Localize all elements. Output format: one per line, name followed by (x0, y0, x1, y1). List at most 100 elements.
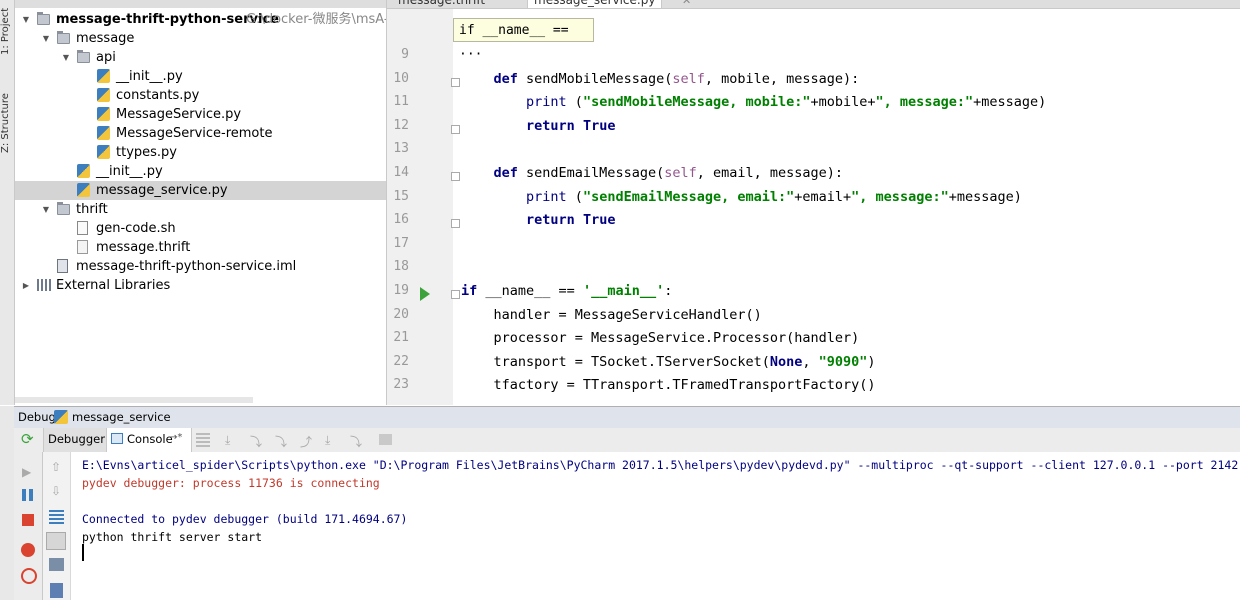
code-line[interactable]: return True (461, 118, 615, 134)
tree-row-label: MessageService.py (116, 107, 242, 122)
tree-row[interactable]: ▼ message-thrift-python-service G:\docker-… (15, 10, 386, 29)
step-into-my-code-icon[interactable]: ⤵ (275, 433, 289, 449)
project-tool-tab[interactable]: 1: Project (0, 0, 14, 62)
tab-message-thrift[interactable]: message.thrift (392, 0, 491, 8)
tree-row[interactable]: __init__.py (15, 162, 386, 181)
tree-row[interactable]: ▼ api (15, 48, 386, 67)
python-file-icon (77, 183, 90, 197)
tab-console-label: Console (127, 432, 173, 446)
line-number: 10 (393, 70, 409, 86)
down-arrow-icon[interactable]: ⇩ (51, 484, 61, 498)
tree-row[interactable]: gen-code.sh (15, 219, 386, 238)
console-line: Connected to pydev debugger (build 171.4… (82, 512, 408, 526)
scroll-to-end-icon[interactable] (46, 532, 66, 550)
tree-row-label: thrift (76, 202, 108, 217)
code-line[interactable]: def sendMobileMessage(self, mobile, mess… (461, 71, 860, 87)
line-number: 9 (401, 47, 409, 62)
folder-icon (57, 202, 70, 215)
resume-icon[interactable]: ▶ (22, 465, 31, 479)
mute-breakpoints-icon[interactable] (21, 568, 37, 584)
tree-row-label: message (76, 31, 135, 46)
line-number: 16 (393, 212, 409, 228)
tree-row-label: ttypes.py (116, 145, 177, 160)
tree-row[interactable]: message_service.py (15, 181, 386, 200)
debug-actions-column: ▶ (14, 452, 43, 600)
python-file-icon (97, 126, 110, 140)
up-arrow-icon[interactable]: ⇧ (51, 460, 61, 474)
tree-row-label: MessageService-remote (116, 126, 273, 141)
tree-row-label: message-thrift-python-service.iml (76, 259, 297, 274)
tab-debugger-label: Debugger (48, 432, 105, 446)
editor-gutter (387, 9, 453, 405)
clear-all-icon[interactable] (50, 583, 63, 598)
line-number: 13 (393, 141, 409, 157)
code-line[interactable]: print ("sendMobileMessage, mobile:"+mobi… (461, 94, 1046, 110)
tree-row[interactable]: ttypes.py (15, 143, 386, 162)
code-line[interactable]: def sendEmailMessage(self, email, messag… (461, 165, 844, 181)
evaluate-expression-icon[interactable]: ⤵ (350, 433, 364, 449)
tab-close-icon[interactable]: ✕ (682, 0, 691, 7)
line-number: 22 (393, 353, 409, 369)
python-run-config-icon (54, 410, 68, 424)
horizontal-scrollbar[interactable] (15, 397, 253, 403)
tree-row[interactable]: MessageService-remote (15, 124, 386, 143)
tree-row[interactable]: message-thrift-python-service.iml (15, 257, 386, 276)
collapse-arrow-icon[interactable]: ▼ (41, 29, 51, 48)
tab-console-suffix: →* (169, 432, 183, 443)
folder-icon (37, 12, 50, 25)
code-line[interactable]: processor = MessageService.Processor(han… (461, 330, 860, 346)
code-line[interactable]: print ("sendEmailMessage, email:"+email+… (461, 189, 1022, 205)
python-file-icon (97, 88, 110, 102)
code-line[interactable]: if __name__ == '__main__': (461, 283, 672, 299)
structure-tool-tab[interactable]: Z: Structure (0, 84, 14, 162)
tab-message-service-py[interactable]: message_service.py (527, 0, 663, 8)
console-output[interactable]: E:\Evns\articel_spider\Scripts\python.ex… (71, 452, 1240, 600)
fold-marker-icon[interactable] (451, 77, 460, 87)
tree-row[interactable]: message.thrift (15, 238, 386, 257)
pause-icon[interactable] (22, 489, 34, 501)
tree-row-path: G:\docker-微服务\msA-do (246, 12, 386, 27)
restore-layout-icon[interactable] (379, 434, 392, 445)
library-icon (37, 279, 51, 291)
tree-row[interactable]: ▼ message (15, 29, 386, 48)
fold-marker-icon[interactable] (451, 172, 460, 181)
code-line[interactable]: handler = MessageServiceHandler() (461, 307, 762, 323)
tree-row[interactable]: ▶ External Libraries (15, 276, 386, 295)
tree-row[interactable]: constants.py (15, 86, 386, 105)
code-editor[interactable]: 9 10 def sendMobileMessage(self, mobile, … (387, 9, 1240, 405)
code-line[interactable]: tfactory = TTransport.TFramedTransportFa… (461, 377, 876, 393)
view-breakpoints-icon[interactable] (21, 543, 35, 557)
fold-marker-icon[interactable] (451, 219, 460, 229)
soft-wrap-icon[interactable] (49, 510, 64, 524)
console-icon (111, 433, 123, 444)
console-caret (82, 544, 84, 561)
tab-console[interactable]: Console →* (106, 428, 192, 452)
collapse-arrow-icon[interactable]: ▼ (41, 200, 51, 219)
line-number: 14 (393, 165, 409, 180)
fold-marker-icon[interactable] (451, 290, 460, 299)
project-panel-header (15, 0, 386, 8)
show-execution-point-icon[interactable] (196, 433, 210, 447)
stop-icon[interactable] (22, 514, 34, 526)
run-gutter-icon[interactable] (420, 287, 430, 301)
tree-row[interactable]: __init__.py (15, 67, 386, 86)
step-into-icon[interactable]: ⤵ (250, 433, 264, 449)
print-icon[interactable] (49, 558, 64, 571)
tab-debugger[interactable]: Debugger (43, 428, 106, 452)
step-over-icon[interactable]: ⤓ (225, 433, 239, 447)
folder-icon (77, 50, 90, 63)
step-out-icon[interactable]: ⤴ (300, 433, 314, 449)
run-to-cursor-icon[interactable]: ⤓ (325, 433, 339, 447)
tree-row[interactable]: MessageService.py (15, 105, 386, 124)
debug-title-bar: Debug message_service (14, 406, 1240, 428)
fold-marker-icon[interactable] (451, 124, 460, 134)
collapse-arrow-icon[interactable]: ▼ (21, 10, 31, 29)
rerun-icon[interactable]: ⟳ (21, 432, 34, 447)
python-file-icon (97, 145, 110, 159)
expand-arrow-icon[interactable]: ▶ (21, 276, 31, 295)
tree-row[interactable]: ▼ thrift (15, 200, 386, 219)
code-line[interactable]: return True (461, 212, 615, 228)
code-line[interactable]: transport = TSocket.TServerSocket(None, … (461, 354, 876, 370)
console-line: pydev debugger: process 11736 is connect… (82, 476, 380, 490)
collapse-arrow-icon[interactable]: ▼ (61, 48, 71, 67)
